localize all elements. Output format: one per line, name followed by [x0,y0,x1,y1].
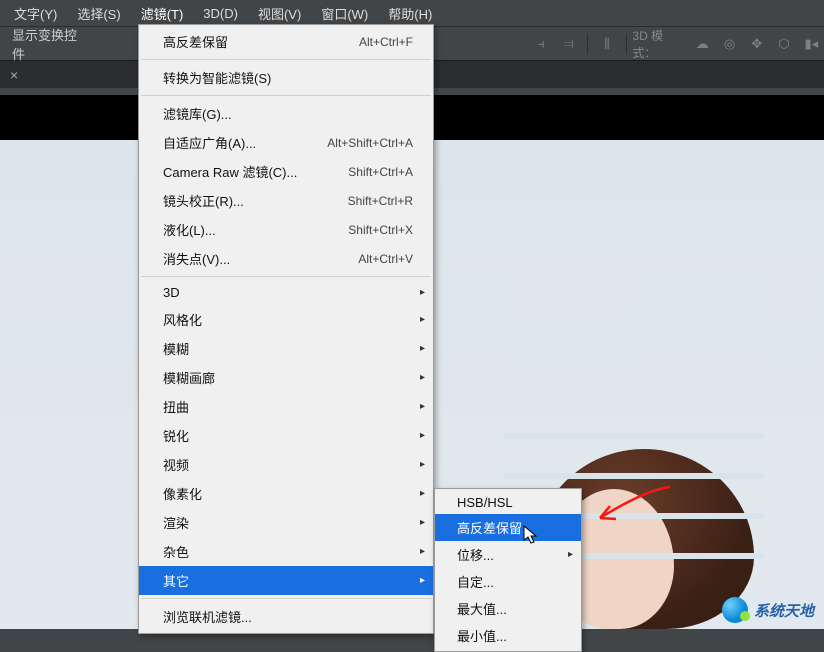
menubar: 文字(Y) 选择(S) 滤镜(T) 3D(D) 视图(V) 窗口(W) 帮助(H… [0,0,824,26]
menu-label: 杂色 [163,542,189,561]
rotate-icon[interactable]: ◎ [721,34,738,54]
menu-label: Camera Raw 滤镜(C)... [163,162,297,181]
menu-item-3d[interactable]: 3D [139,280,433,305]
orbit-icon[interactable]: ☁ [694,34,711,54]
menu-label: 液化(L)... [163,220,216,239]
menu-item-vanishing-point[interactable]: 消失点(V)... Alt+Ctrl+V [139,244,433,273]
distribute-icon[interactable]: ⫼ [598,34,615,54]
menu-item-render[interactable]: 渲染 [139,508,433,537]
menu-label: 自适应广角(A)... [163,133,256,152]
separator [141,276,431,277]
menu-label: 3D [163,285,180,300]
shortcut: Shift+Ctrl+R [348,194,413,208]
menu-item-blur[interactable]: 模糊 [139,334,433,363]
submenu-offset[interactable]: 位移... [435,541,581,568]
toolbar-right-group: ⫞ ⫤ ⫼ 3D 模式： ☁ ◎ ✥ ⬡ ▮◂ [529,27,824,61]
menu-label: 自定... [457,572,494,591]
menu-label: 转换为智能滤镜(S) [163,68,271,87]
menu-item-last-filter[interactable]: 高反差保留 Alt+Ctrl+F [139,27,433,56]
submenu-custom[interactable]: 自定... [435,568,581,595]
slide-icon[interactable]: ⬡ [775,34,792,54]
shortcut: Shift+Ctrl+A [348,165,413,179]
menu-label: 锐化 [163,426,189,445]
submenu-hsbhsl[interactable]: HSB/HSL [435,491,581,514]
menu-item-lens-correction[interactable]: 镜头校正(R)... Shift+Ctrl+R [139,186,433,215]
menu-label: HSB/HSL [457,495,513,510]
menu-label: 位移... [457,545,494,564]
menu-label: 消失点(V)... [163,249,230,268]
separator [141,95,431,96]
menu-filter[interactable]: 滤镜(T) [131,0,194,27]
menu-label: 高反差保留 [163,32,228,51]
logo-text: 系统天地 [754,600,814,621]
menu-label: 最大值... [457,599,507,618]
pan-icon[interactable]: ✥ [748,34,765,54]
menu-label: 模糊 [163,339,189,358]
tab-close-icon[interactable]: × [0,67,28,83]
menu-item-liquify[interactable]: 液化(L)... Shift+Ctrl+X [139,215,433,244]
menu-label: 其它 [163,571,189,590]
menu-window[interactable]: 窗口(W) [311,0,378,27]
menu-item-noise[interactable]: 杂色 [139,537,433,566]
menu-item-video[interactable]: 视频 [139,450,433,479]
separator [141,59,431,60]
filter-dropdown: 高反差保留 Alt+Ctrl+F 转换为智能滤镜(S) 滤镜库(G)... 自适… [138,24,434,634]
menu-item-distort[interactable]: 扭曲 [139,392,433,421]
separator [141,598,431,599]
submenu-highpass[interactable]: 高反差保留... [435,514,581,541]
menu-item-adaptive-wide[interactable]: 自适应广角(A)... Alt+Shift+Ctrl+A [139,128,433,157]
menu-3d[interactable]: 3D(D) [193,2,248,25]
menu-label: 扭曲 [163,397,189,416]
logo-globe-icon [722,597,748,623]
menu-label: 镜头校正(R)... [163,191,244,210]
menu-item-other[interactable]: 其它 [139,566,433,595]
shortcut: Alt+Ctrl+V [358,252,413,266]
menu-label: 风格化 [163,310,202,329]
separator [587,34,588,54]
menu-label: 浏览联机滤镜... [163,607,252,626]
camera-icon[interactable]: ▮◂ [803,34,820,54]
shortcut: Alt+Ctrl+F [359,35,413,49]
menu-item-sharpen[interactable]: 锐化 [139,421,433,450]
menu-label: 渲染 [163,513,189,532]
align-left-icon[interactable]: ⫞ [533,34,550,54]
shortcut: Alt+Shift+Ctrl+A [327,136,413,150]
menu-help[interactable]: 帮助(H) [378,0,442,27]
watermark-logo: 系统天地 [722,597,814,623]
menu-view[interactable]: 视图(V) [248,0,311,27]
menu-item-browse-online[interactable]: 浏览联机滤镜... [139,602,433,631]
shortcut: Shift+Ctrl+X [348,223,413,237]
menu-label: 高反差保留... [457,518,533,537]
menu-label: 像素化 [163,484,202,503]
menu-item-blur-gallery[interactable]: 模糊画廊 [139,363,433,392]
align-right-icon[interactable]: ⫤ [560,34,577,54]
menu-item-filter-gallery[interactable]: 滤镜库(G)... [139,99,433,128]
other-submenu: HSB/HSL 高反差保留... 位移... 自定... 最大值... 最小值.… [434,488,582,652]
menu-item-camera-raw[interactable]: Camera Raw 滤镜(C)... Shift+Ctrl+A [139,157,433,186]
submenu-minimum[interactable]: 最小值... [435,622,581,649]
menu-item-pixelate[interactable]: 像素化 [139,479,433,508]
artifact-stripe [504,433,764,439]
menu-label: 模糊画廊 [163,368,215,387]
mode-3d-label: 3D 模式： [632,27,679,61]
menu-label: 滤镜库(G)... [163,104,232,123]
artifact-stripe [504,473,764,479]
separator [626,34,627,54]
menu-item-convert-smart[interactable]: 转换为智能滤镜(S) [139,63,433,92]
show-transform-controls-label[interactable]: 显示变换控件 [6,23,89,65]
menu-label: 视频 [163,455,189,474]
menu-item-stylize[interactable]: 风格化 [139,305,433,334]
submenu-maximum[interactable]: 最大值... [435,595,581,622]
